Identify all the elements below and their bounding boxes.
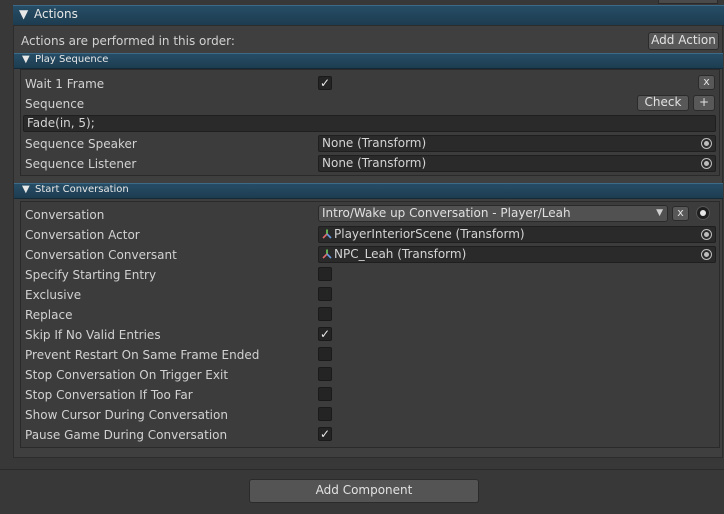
option-label-show-cursor: Show Cursor During Conversation [25, 408, 228, 422]
option-checkbox-stop-if-too-far[interactable] [318, 387, 332, 401]
actions-intro-text: Actions are performed in this order: [21, 34, 235, 48]
option-checkbox-specify-starting-entry[interactable] [318, 267, 332, 281]
option-label-replace: Replace [25, 308, 73, 322]
option-label-skip-if-no-valid-entries: Skip If No Valid Entries [25, 328, 161, 342]
option-label-prevent-restart: Prevent Restart On Same Frame Ended [25, 348, 260, 362]
option-checkbox-skip-if-no-valid-entries[interactable]: ✓ [318, 327, 332, 341]
option-checkbox-stop-on-trigger-exit[interactable] [318, 367, 332, 381]
sequence-listener-label: Sequence Listener [25, 157, 137, 171]
wait-frame-label: Wait 1 Frame [25, 77, 105, 91]
sequence-listener-value: None (Transform) [322, 156, 427, 170]
wait-frame-checkbox[interactable]: ✓ [318, 76, 332, 90]
check-sequence-button[interactable]: Check [637, 95, 689, 111]
play-sequence-title: Play Sequence [35, 54, 109, 65]
collapsed-component-edge [658, 0, 718, 4]
sequence-text-field[interactable]: Fade(in, 5); [23, 115, 716, 132]
conversation-conversant-label: Conversation Conversant [25, 248, 177, 262]
conversation-label: Conversation [25, 208, 105, 222]
option-label-stop-if-too-far: Stop Conversation If Too Far [25, 388, 193, 402]
option-checkbox-pause-game[interactable]: ✓ [318, 427, 332, 441]
remove-play-sequence-button[interactable]: x [698, 75, 715, 90]
option-label-exclusive: Exclusive [25, 288, 82, 302]
option-checkbox-exclusive[interactable] [318, 287, 332, 301]
foldout-triangle-icon[interactable]: ▼ [19, 6, 28, 23]
start-conversation-header[interactable]: ▼ Start Conversation [14, 183, 723, 199]
footer-divider [0, 469, 724, 470]
option-checkbox-show-cursor[interactable] [318, 407, 332, 421]
sequence-label: Sequence [25, 97, 85, 111]
clear-conversation-button[interactable]: x [672, 206, 689, 221]
record-dot [700, 210, 706, 216]
conversation-conversant-value: NPC_Leah (Transform) [334, 247, 467, 261]
transform-icon [322, 248, 332, 259]
option-label-specify-starting-entry: Specify Starting Entry [25, 268, 157, 282]
record-icon[interactable] [696, 206, 710, 220]
play-sequence-header[interactable]: ▼ Play Sequence [14, 53, 723, 69]
sequence-speaker-label: Sequence Speaker [25, 137, 137, 151]
foldout-triangle-icon[interactable]: ▼ [22, 54, 30, 66]
object-picker-icon[interactable] [701, 229, 712, 240]
start-conversation-title: Start Conversation [35, 184, 129, 195]
object-picker-icon[interactable] [701, 158, 712, 169]
sequence-speaker-field[interactable]: None (Transform) [318, 135, 716, 152]
actions-title: Actions [34, 7, 78, 21]
sequence-speaker-value: None (Transform) [322, 136, 427, 150]
option-checkbox-replace[interactable] [318, 307, 332, 321]
conversation-conversant-field[interactable]: NPC_Leah (Transform) [318, 246, 716, 263]
conversation-value: Intro/Wake up Conversation - Player/Leah [322, 206, 571, 220]
actions-header[interactable]: ▼ Actions [13, 5, 724, 26]
conversation-actor-label: Conversation Actor [25, 228, 140, 242]
foldout-triangle-icon[interactable]: ▼ [22, 184, 30, 196]
sequence-listener-field[interactable]: None (Transform) [318, 155, 716, 172]
add-action-button[interactable]: Add Action [648, 32, 719, 50]
option-label-pause-game: Pause Game During Conversation [25, 428, 228, 442]
dropdown-arrow-icon: ▼ [656, 208, 663, 218]
conversation-actor-value: PlayerInteriorScene (Transform) [334, 227, 525, 241]
add-sequence-command-button[interactable]: + [693, 95, 715, 111]
conversation-actor-field[interactable]: PlayerInteriorScene (Transform) [318, 226, 716, 243]
object-picker-icon[interactable] [701, 249, 712, 260]
add-component-button[interactable]: Add Component [249, 479, 479, 503]
transform-icon [322, 228, 332, 239]
option-label-stop-on-trigger-exit: Stop Conversation On Trigger Exit [25, 368, 229, 382]
option-checkbox-prevent-restart[interactable] [318, 347, 332, 361]
conversation-dropdown[interactable]: Intro/Wake up Conversation - Player/Leah… [318, 205, 668, 222]
object-picker-icon[interactable] [701, 138, 712, 149]
